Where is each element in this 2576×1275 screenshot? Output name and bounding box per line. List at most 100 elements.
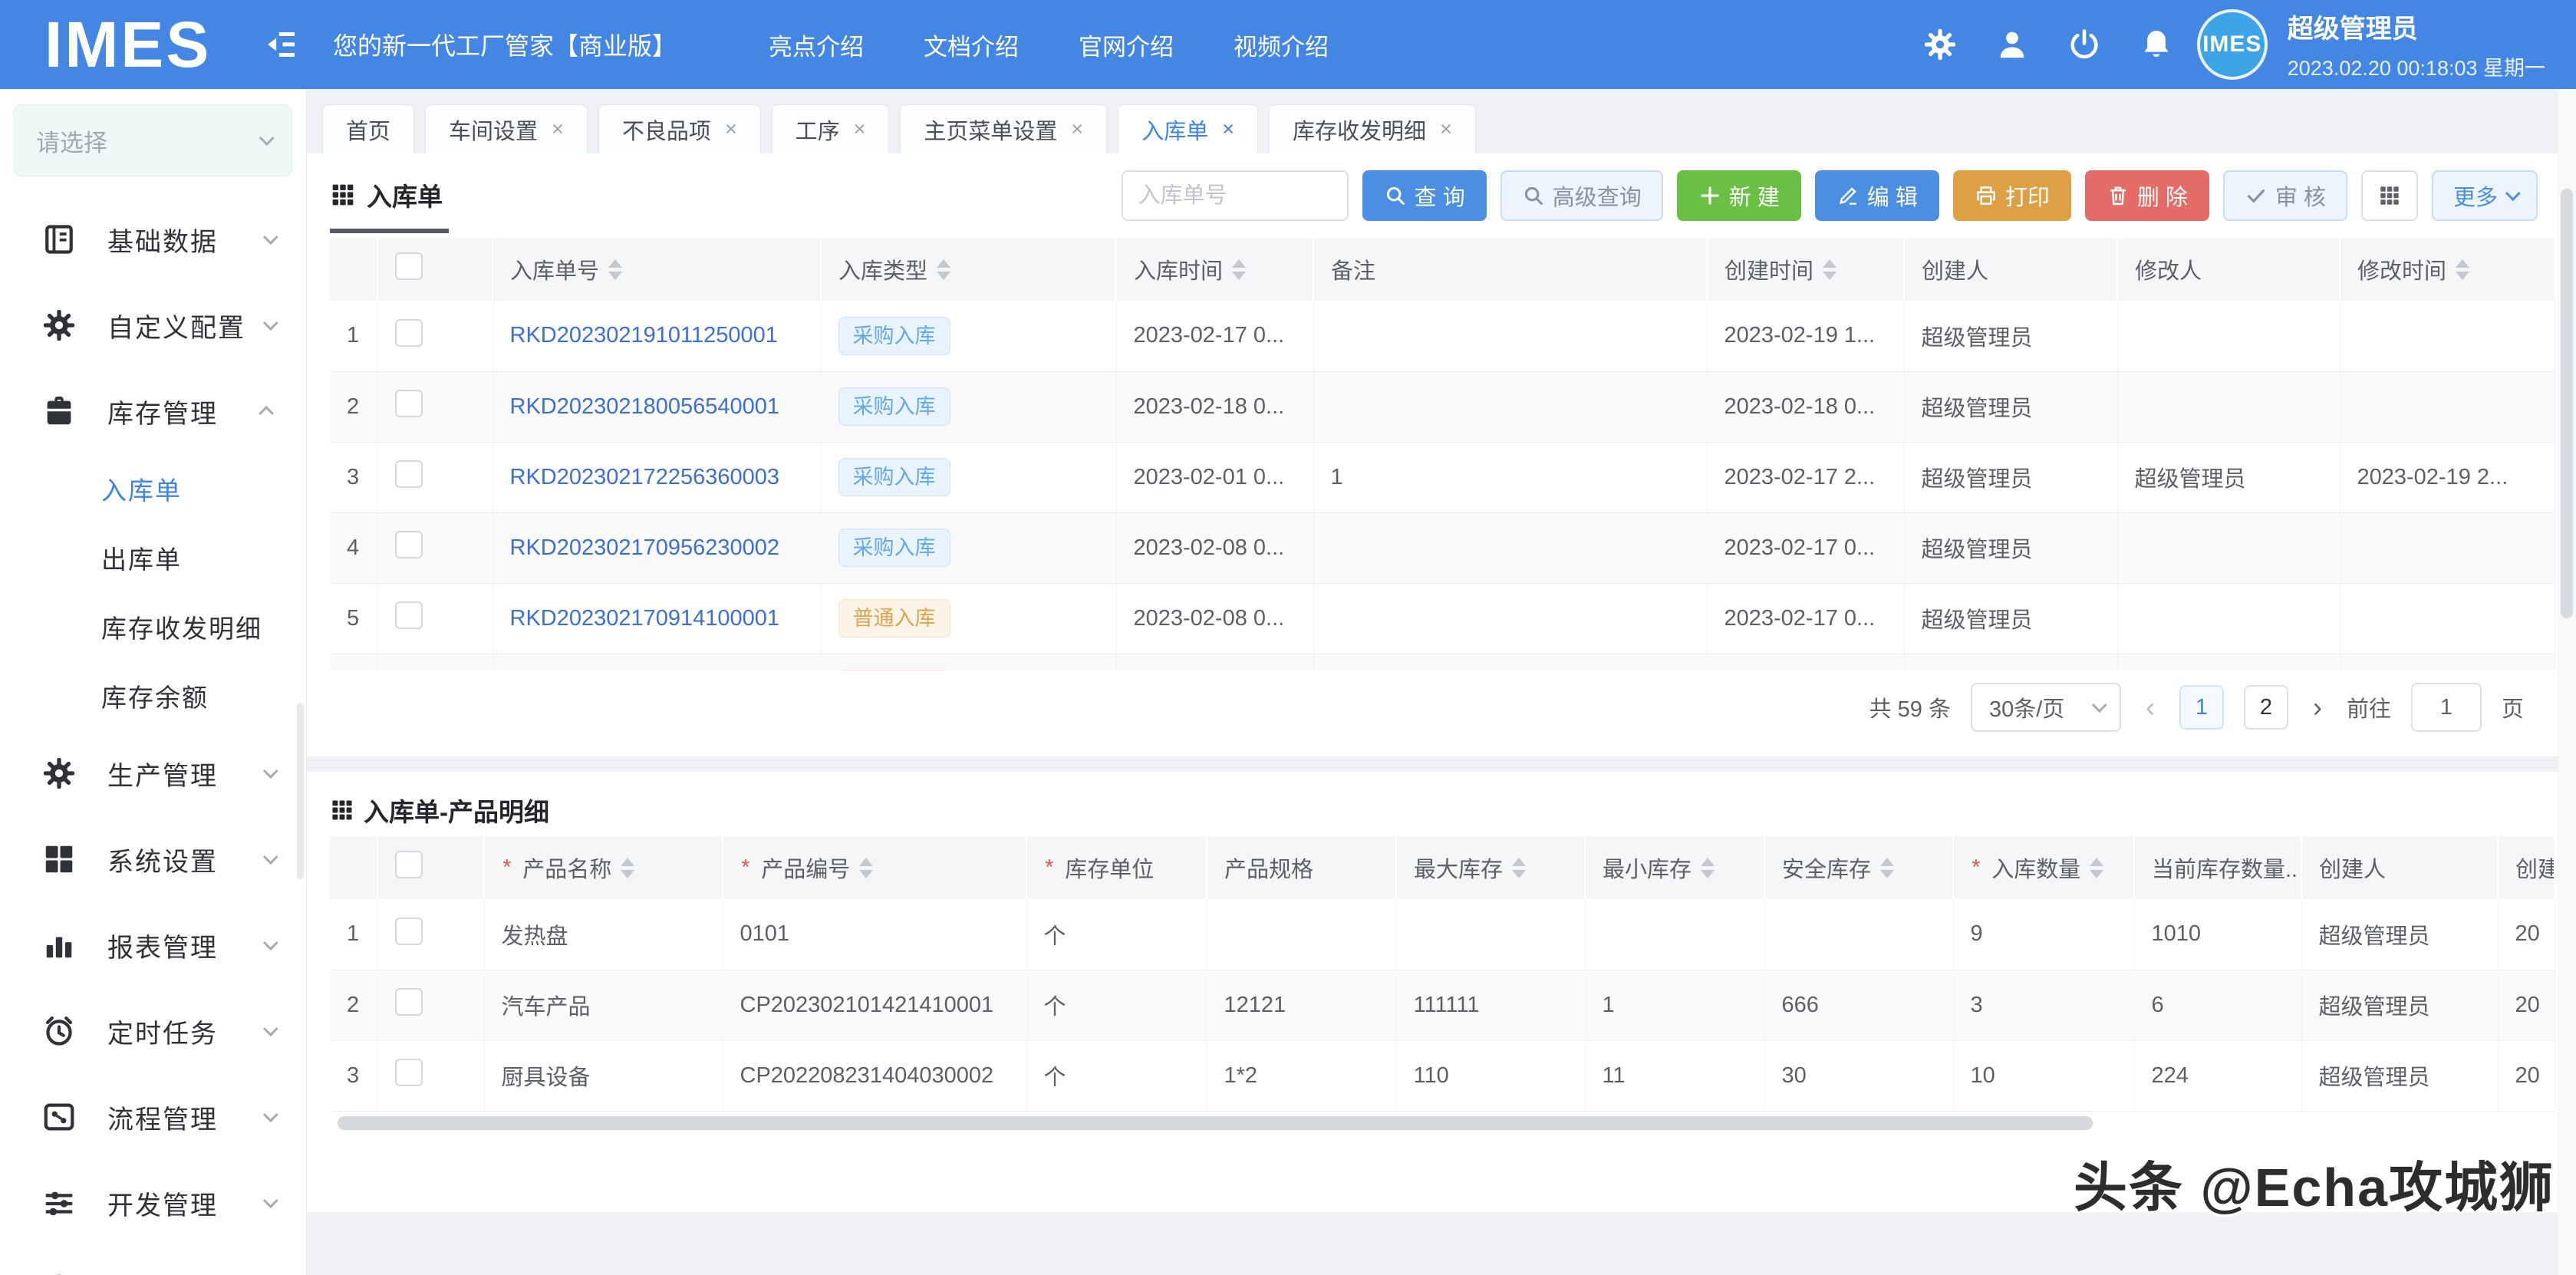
window-scrollbar[interactable] [2558,89,2576,1275]
sidebar-item-reports[interactable]: 报表管理 [0,902,306,988]
edit-button[interactable]: 编 辑 [1815,170,1939,221]
col-inbound-qty[interactable]: *入库数量 [1953,836,2134,899]
bell-icon[interactable] [2139,27,2174,62]
tab-home[interactable]: 首页 [322,104,414,153]
tab-home-menu-settings[interactable]: 主页菜单设置× [900,104,1107,153]
tab-process[interactable]: 工序× [772,104,890,153]
inbound-orders-panel: 入库单 查 询 高级查询 新 建 编 辑 打印 删 除 审 核 更多 [307,153,2558,756]
close-icon[interactable]: × [1071,119,1083,140]
col-product-name[interactable]: *产品名称 [484,836,723,899]
order-search-box [1122,170,1349,221]
user-datetime: 2023.02.20 00:18:03 星期一 [2288,51,2545,81]
more-button[interactable]: 更多 [2432,170,2538,221]
sidebar-scrollbar[interactable] [297,703,304,879]
sidebar-item-quality[interactable]: 质量管理 [0,1246,306,1275]
query-button[interactable]: 查 询 [1362,170,1487,221]
user-icon[interactable] [1995,27,2030,62]
sidebar-item-basic-data[interactable]: 基础数据 [0,196,306,282]
page-button-1[interactable]: 1 [2179,685,2224,730]
row-checkbox[interactable] [395,319,423,347]
product-details-table: *产品名称 *产品编号 *库存单位 产品规格 最大库存 最小库存 安全库存 *入… [330,836,2555,1112]
tab-workshop-settings[interactable]: 车间设置× [425,104,588,153]
row-checkbox[interactable] [395,988,423,1016]
col-create-time[interactable]: 创建时间 [1707,238,1904,301]
sidebar-item-stock-balance[interactable]: 库存余额 [0,661,306,730]
avatar[interactable]: IMES [2197,9,2268,80]
nav-website[interactable]: 官网介绍 [1079,28,1174,62]
flow-icon [41,1099,77,1135]
nav-highlights[interactable]: 亮点介绍 [769,28,864,62]
chevron-down-icon [263,935,278,950]
order-link[interactable]: RKD202302170956230002 [510,535,780,560]
sidebar-item-inbound-order[interactable]: 入库单 [0,454,306,523]
col-min-stock[interactable]: 最小库存 [1585,836,1764,899]
power-icon[interactable] [2067,27,2102,62]
row-checkbox[interactable] [395,1059,423,1086]
pagination: 共 59 条 30条/页 ‹ 1 2 › 前往 页 [307,670,2558,744]
close-icon[interactable]: × [1440,119,1452,140]
order-link[interactable]: RKD202302172256360003 [510,465,780,489]
col-product-code[interactable]: *产品编号 [723,836,1026,899]
row-checkbox[interactable] [395,460,423,488]
sidebar-item-custom-config[interactable]: 自定义配置 [0,282,306,368]
goto-page-input[interactable] [2411,683,2482,732]
sidebar-item-system-settings[interactable]: 系统设置 [0,816,306,902]
tab-defect-items[interactable]: 不良品项× [598,104,761,153]
col-current-qty[interactable]: 当前库存数量.. [2134,836,2301,899]
warning-icon [41,1271,77,1275]
col-in-time[interactable]: 入库时间 [1116,238,1313,301]
next-page-button[interactable]: › [2308,691,2327,723]
create-button[interactable]: 新 建 [1677,170,1801,221]
col-order-no[interactable]: 入库单号 [492,238,821,301]
sidebar-item-development[interactable]: 开发管理 [0,1160,306,1246]
close-icon[interactable]: × [552,119,564,140]
app-header: IMES 您的新一代工厂管家【商业版】 亮点介绍 文档介绍 官网介绍 视频介绍 … [0,0,2576,89]
sidebar-item-workflow[interactable]: 流程管理 [0,1074,306,1160]
sort-icons [859,858,873,878]
col-max-stock[interactable]: 最大库存 [1396,836,1585,899]
printer-icon [1975,184,1998,207]
row-checkbox[interactable] [395,918,423,945]
horizontal-scrollbar[interactable] [338,1116,2093,1130]
sidebar-select[interactable]: 请选择 [14,104,292,176]
order-link[interactable]: RKD202302180056540001 [510,394,780,419]
inbound-orders-table-wrap: 入库单号 入库类型 入库时间 备注 创建时间 创建人 修改人 修改时间 1 R [307,238,2558,670]
tab-inbound-order[interactable]: 入库单× [1118,104,1258,153]
nav-videos[interactable]: 视频介绍 [1234,28,1329,62]
order-link[interactable]: RKD202302191011250001 [510,323,778,348]
user-name: 超级管理员 [2288,8,2545,45]
sidebar-collapse-icon[interactable] [261,25,301,64]
page-button-2[interactable]: 2 [2244,685,2288,730]
sidebar-item-outbound-order[interactable]: 出库单 [0,523,306,592]
sidebar-item-production[interactable]: 生产管理 [0,730,306,816]
row-checkbox[interactable] [395,390,423,417]
col-modifier: 修改人 [2117,238,2340,301]
close-icon[interactable]: × [1222,119,1234,140]
gear-icon[interactable] [1922,27,1958,62]
search-input[interactable] [1138,183,1332,209]
col-safe-stock[interactable]: 安全库存 [1764,836,1953,899]
close-icon[interactable]: × [854,119,866,140]
sidebar-item-stock-ledger[interactable]: 库存收发明细 [0,592,306,661]
row-checkbox[interactable] [395,531,423,558]
delete-button[interactable]: 删 除 [2085,170,2209,221]
col-order-type[interactable]: 入库类型 [821,238,1116,301]
row-checkbox[interactable] [395,601,423,629]
column-settings-button[interactable] [2361,170,2418,221]
page-size-select[interactable]: 30条/页 [1971,683,2121,732]
select-all-checkbox[interactable] [395,252,423,280]
nav-docs[interactable]: 文档介绍 [924,28,1019,62]
advanced-query-button[interactable]: 高级查询 [1500,170,1663,221]
order-link[interactable]: RKD202302170914100001 [510,606,780,631]
bar-chart-icon [41,927,77,963]
sidebar-item-scheduled-tasks[interactable]: 定时任务 [0,988,306,1074]
prev-page-button[interactable]: ‹ [2141,691,2159,723]
audit-button[interactable]: 审 核 [2223,170,2347,221]
tab-stock-ledger[interactable]: 库存收发明细× [1269,104,1476,153]
col-modify-time[interactable]: 修改时间 [2340,238,2555,301]
sidebar-item-inventory[interactable]: 库存管理 [0,368,306,454]
select-all-checkbox[interactable] [395,851,423,878]
close-icon[interactable]: × [725,119,737,140]
goto-label: 前往 [2347,691,2391,723]
print-button[interactable]: 打印 [1953,170,2071,221]
